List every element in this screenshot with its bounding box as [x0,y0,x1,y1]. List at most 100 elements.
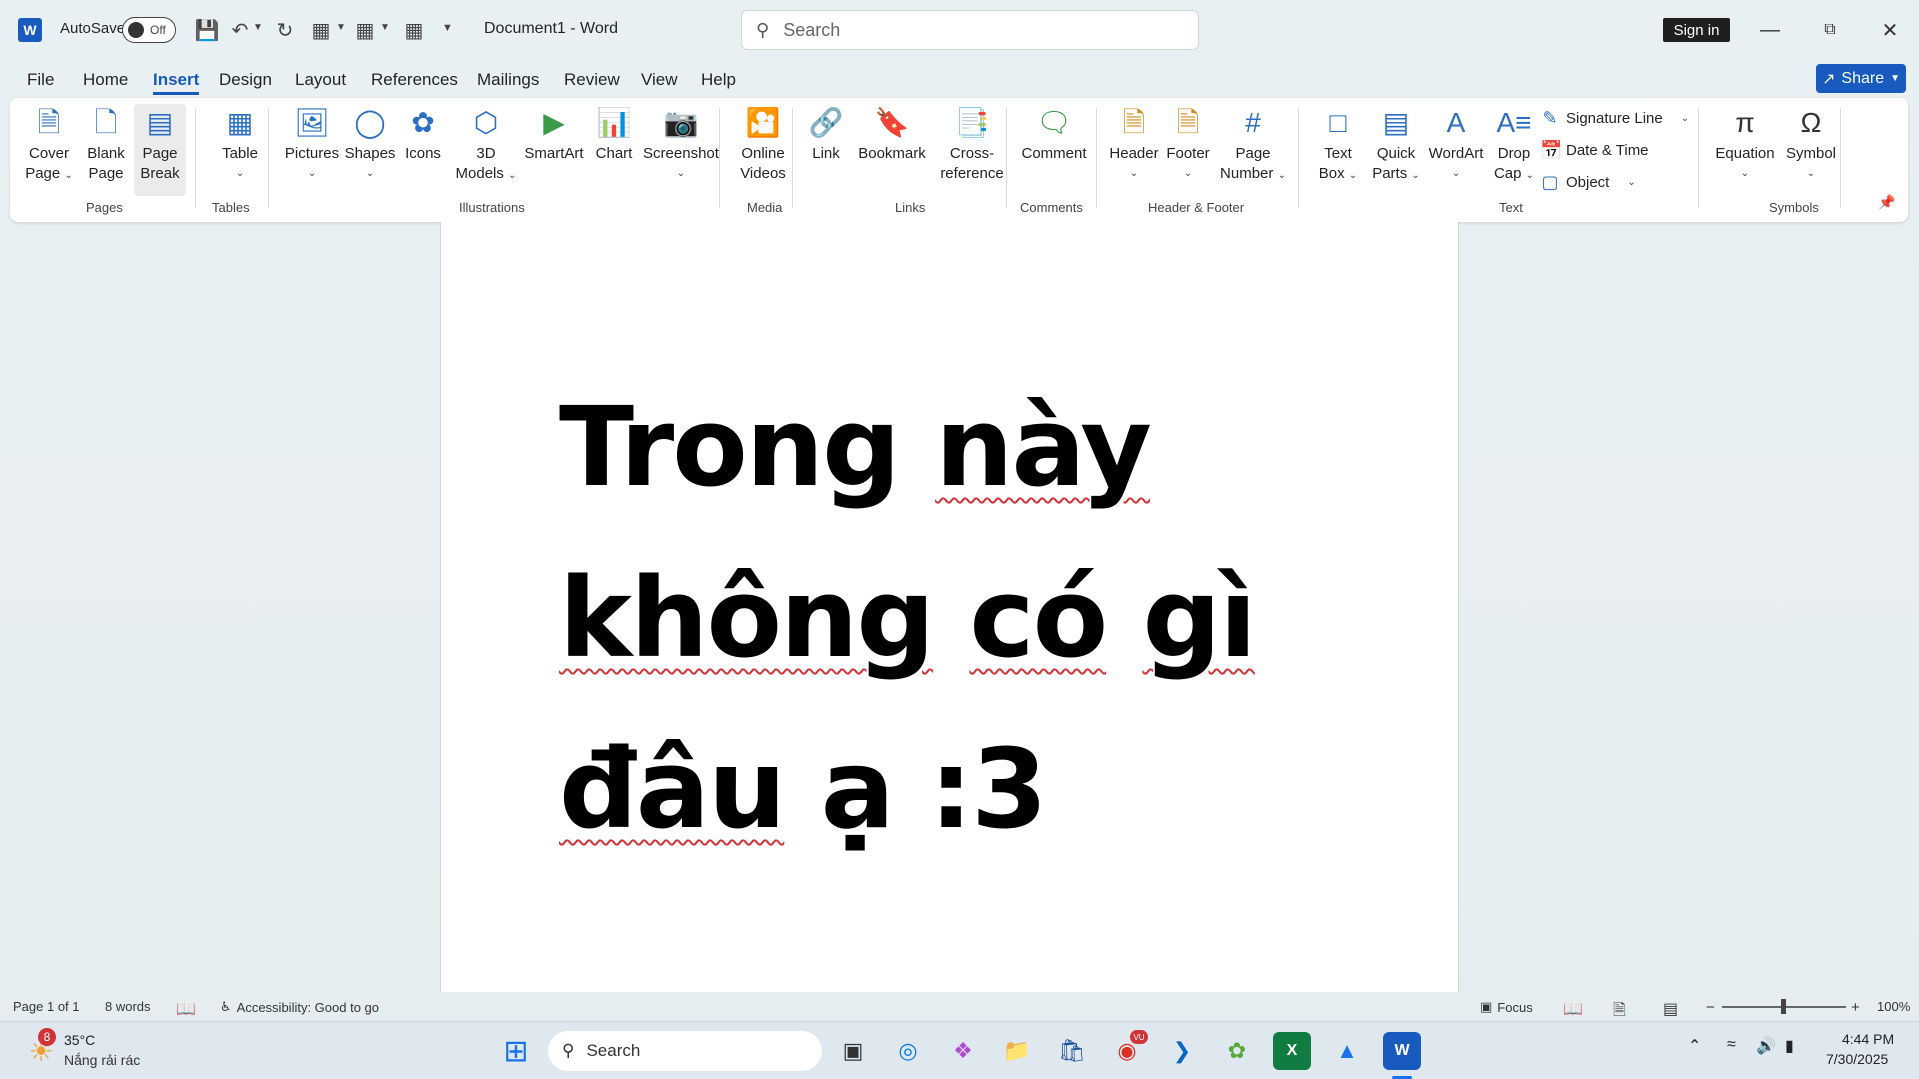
cross-reference-label-1: Cross- [949,145,995,162]
grid-qa-icon[interactable]: ▦ [401,17,427,43]
footer-button[interactable]: 🗎 Footer ⌄ [1160,104,1216,184]
file-explorer-icon[interactable]: 📁 [998,1032,1036,1070]
tab-view[interactable]: View [641,68,678,92]
borders-dropdown-icon[interactable]: ▼ [336,22,346,33]
link-button[interactable]: 🔗 Link [802,104,850,164]
read-mode-icon[interactable]: 📖 [1563,999,1583,1019]
smartart-button[interactable]: ▶ SmartArt [518,104,590,164]
tab-file[interactable]: File [27,68,54,92]
zoom-in-icon[interactable]: + [1851,999,1860,1016]
share-button[interactable]: ↗ Share ▼ [1816,64,1906,93]
tab-review[interactable]: Review [564,68,620,92]
web-layout-icon[interactable]: ▤ [1663,999,1678,1019]
header-button[interactable]: 🗎 Header ⌄ [1104,104,1164,184]
proofing-icon[interactable]: 📖 [176,999,196,1019]
table-button[interactable]: ▦ Table ⌄ [210,104,270,184]
clock-date[interactable]: 7/30/2025 [1826,1051,1888,1067]
cover-page-icon: 🗎 [37,107,61,138]
tab-help[interactable]: Help [701,68,736,92]
group-label-header-footer: Header & Footer [1148,200,1245,215]
page-count[interactable]: Page 1 of 1 [13,999,80,1014]
edge-icon[interactable]: ◎ [889,1032,927,1070]
3d-models-label-2: Models ⌄ [456,164,517,186]
table-qa-icon[interactable]: ▦ [352,17,378,43]
equation-button[interactable]: π Equation ⌄ [1710,104,1780,184]
task-view-icon[interactable]: ▣ [834,1032,872,1070]
quick-parts-label-2: Parts ⌄ [1372,164,1420,186]
tab-references[interactable]: References [371,68,458,92]
show-hidden-icons-icon[interactable]: ⌃ [1688,1036,1701,1056]
minimize-icon[interactable]: — [1747,14,1793,46]
chart-button[interactable]: 📊 Chart [588,104,640,164]
app-leaf-icon[interactable]: ✿ [1218,1032,1256,1070]
text-box-button[interactable]: □ Text Box ⌄ [1310,104,1366,186]
3d-models-button[interactable]: ⬡ 3D Models ⌄ [452,104,520,186]
customize-qa-icon[interactable]: ▼ [442,22,453,34]
start-windows-icon[interactable]: ⊞ [497,1032,535,1070]
sign-in-button[interactable]: Sign in [1663,18,1730,42]
blank-page-button[interactable]: 🗋 Blank Page [84,104,128,184]
cover-page-button[interactable]: 🗎 Cover Page ⌄ [24,104,74,186]
shapes-button[interactable]: ◯ Shapes ⌄ [342,104,398,184]
autosave-toggle[interactable]: Off [122,17,176,43]
date-time-button[interactable]: 📅 Date & Time [1540,140,1649,161]
comment-button[interactable]: 🗨 Comment [1016,104,1092,164]
zoom-out-icon[interactable]: − [1706,999,1715,1016]
save-icon[interactable]: 💾 [194,17,220,43]
group-label-tables: Tables [212,200,250,215]
page-number-button[interactable]: # Page Number ⌄ [1216,104,1290,186]
redo-icon[interactable]: ↻ [272,17,298,43]
weather-temp[interactable]: 35°C [64,1032,95,1048]
borders-icon[interactable]: ▦ [308,17,334,43]
accessibility-status[interactable]: ♿ Accessibility: Good to go [220,999,379,1015]
excel-icon[interactable]: X [1273,1032,1311,1070]
screenshot-button[interactable]: 📷 Screenshot ⌄ [638,104,724,184]
symbol-button[interactable]: Ω Symbol ⌄ [1782,104,1840,184]
object-button[interactable]: ▢ Object ⌄ [1540,172,1635,193]
tab-design[interactable]: Design [219,68,272,92]
video-icon: 🎦 [745,107,781,138]
signature-line-button[interactable]: ✎ Signature Line ⌄ [1540,108,1689,129]
insert-ribbon: 🗎 Cover Page ⌄ 🗋 Blank Page ▤ Page Break… [10,98,1908,222]
search-input[interactable]: ⚲ Search [741,10,1199,50]
table-qa-dropdown-icon[interactable]: ▼ [380,22,390,33]
store-icon[interactable]: 🛍 [1053,1032,1091,1070]
online-videos-button[interactable]: 🎦 Online Videos [728,104,798,184]
footer-label: Footer [1166,145,1210,162]
weather-desc[interactable]: Nắng rải rác [64,1052,140,1068]
wifi-icon[interactable]: ≈ [1727,1036,1736,1054]
tab-layout[interactable]: Layout [295,68,346,92]
tab-home[interactable]: Home [83,68,128,92]
undo-dropdown-icon[interactable]: ▼ [253,22,263,33]
word-count[interactable]: 8 words [105,999,151,1014]
taskbar-search[interactable]: ⚲ Search [548,1031,822,1071]
pictures-button[interactable]: 🖼 Pictures ⌄ [278,104,346,184]
battery-icon[interactable]: ▮ [1785,1036,1794,1056]
page-break-button[interactable]: ▤ Page Break [134,104,186,196]
restore-icon[interactable]: ⧉ [1807,14,1853,46]
zoom-slider-thumb[interactable] [1781,999,1786,1014]
drop-cap-button[interactable]: A≡ Drop Cap ⌄ [1486,104,1542,186]
tab-mailings[interactable]: Mailings [477,68,539,92]
icons-button[interactable]: ✿ Icons [398,104,448,164]
close-icon[interactable]: ✕ [1867,14,1913,46]
undo-icon[interactable]: ↶ [227,17,253,43]
bookmark-button[interactable]: 🔖 Bookmark [854,104,930,164]
vscode-icon[interactable]: ❯ [1163,1032,1201,1070]
zoom-level[interactable]: 100% [1877,999,1910,1014]
document-page[interactable]: Trong này không có gì đâu ạ :3 [440,222,1459,992]
focus-button[interactable]: ▣ Focus [1480,999,1533,1015]
chevron-down-icon: ⌄ [235,168,245,179]
volume-icon[interactable]: 🔊 [1756,1036,1776,1056]
pin-ribbon-icon[interactable]: 📌 [1878,194,1895,211]
wordart-button[interactable]: A WordArt ⌄ [1424,104,1488,184]
copilot-icon[interactable]: ❖ [944,1032,982,1070]
quick-parts-button[interactable]: ▤ Quick Parts ⌄ [1368,104,1424,186]
document-body[interactable]: Trong này không có gì đâu ạ :3 [559,362,1359,875]
clock-time[interactable]: 4:44 PM [1842,1031,1894,1047]
word-taskbar-icon[interactable]: W [1383,1032,1421,1070]
cross-reference-button[interactable]: 📑 Cross- reference [932,104,1012,184]
photos-icon[interactable]: ▲ [1328,1032,1366,1070]
group-separator [1298,108,1299,208]
tab-insert[interactable]: Insert [153,68,200,95]
